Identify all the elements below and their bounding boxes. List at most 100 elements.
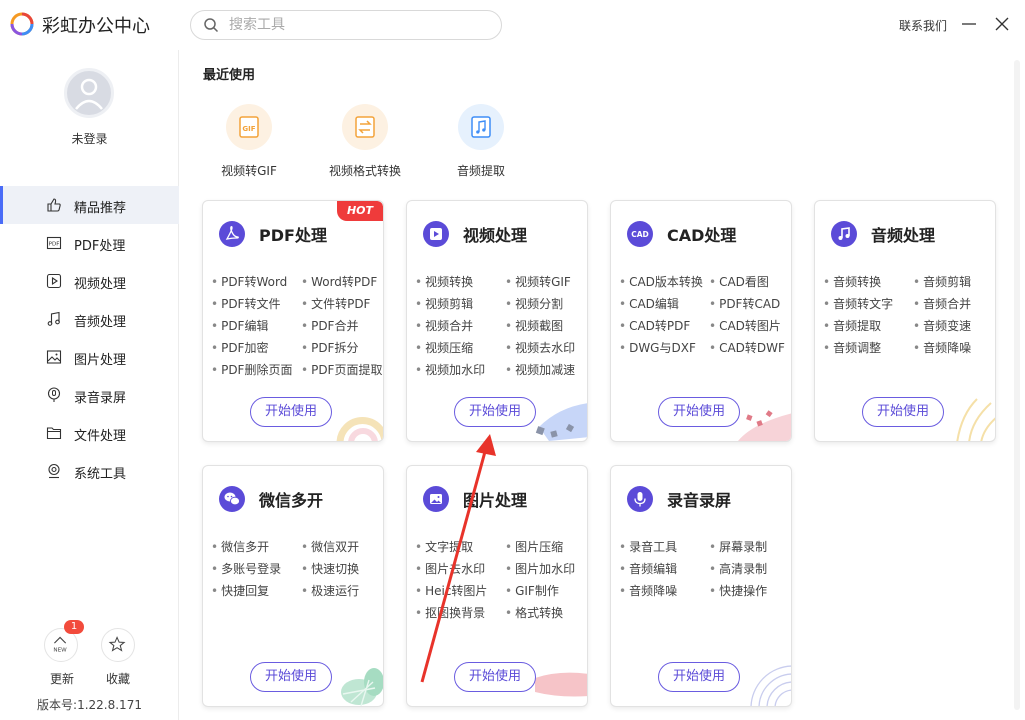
- feature-link[interactable]: 视频转换: [415, 273, 473, 290]
- feature-link[interactable]: 极速运行: [301, 582, 359, 599]
- feature-link[interactable]: 视频去水印: [505, 339, 575, 356]
- feature-link[interactable]: 快速切换: [301, 560, 359, 577]
- feature-link[interactable]: 文字提取: [415, 538, 473, 555]
- feature-link[interactable]: 音频提取: [823, 317, 881, 334]
- feature-link[interactable]: CAD看图: [709, 273, 769, 290]
- sidebar-item-system[interactable]: 系统工具: [0, 452, 179, 490]
- feature-link[interactable]: PDF转文件: [211, 295, 280, 312]
- sidebar-item-image[interactable]: 图片处理: [0, 338, 179, 376]
- feature-link[interactable]: GIF制作: [505, 582, 559, 599]
- leaf-decoration: [956, 398, 995, 441]
- sidebar-item-video[interactable]: 视频处理: [0, 262, 179, 300]
- feature-link[interactable]: DWG与DXF: [619, 339, 696, 356]
- feature-link[interactable]: 音频变速: [913, 317, 971, 334]
- feature-link[interactable]: 微信双开: [301, 538, 359, 555]
- feature-link[interactable]: 格式转换: [505, 604, 563, 621]
- feature-link[interactable]: PDF加密: [211, 339, 268, 356]
- feature-link[interactable]: PDF页面提取: [301, 361, 382, 378]
- feature-link[interactable]: 音频剪辑: [913, 273, 971, 290]
- feature-link[interactable]: Word转PDF: [301, 273, 377, 290]
- recent-item-video-format-convert[interactable]: 视频格式转换: [315, 104, 415, 180]
- feature-link[interactable]: 音频编辑: [619, 560, 677, 577]
- feature-link[interactable]: PDF拆分: [301, 339, 358, 356]
- sidebar-item-recommended[interactable]: 精品推荐: [0, 186, 179, 224]
- recent-item-audio-extract[interactable]: 音频提取: [431, 104, 531, 180]
- tool-card-wechat[interactable]: 微信多开 微信多开 微信双开 多账号登录 快速切换 快捷回复 极速运行 开始使用: [202, 465, 384, 707]
- tool-card-cad[interactable]: CAD CAD处理 CAD版本转换 CAD看图 CAD编辑 PDF转CAD CA…: [610, 200, 792, 442]
- hot-badge: HOT: [337, 201, 383, 221]
- feature-link[interactable]: 视频截图: [505, 317, 563, 334]
- start-button[interactable]: 开始使用: [454, 662, 536, 692]
- card-icon-bg: [627, 486, 653, 512]
- feature-link[interactable]: 视频压缩: [415, 339, 473, 356]
- search-input[interactable]: [229, 15, 489, 35]
- feature-link[interactable]: 快捷操作: [709, 582, 767, 599]
- feature-link[interactable]: 微信多开: [211, 538, 269, 555]
- feature-link[interactable]: 多账号登录: [211, 560, 281, 577]
- contact-us-link[interactable]: 联系我们: [899, 17, 947, 34]
- feature-link[interactable]: 文件转PDF: [301, 295, 370, 312]
- feature-link[interactable]: 图片加水印: [505, 560, 575, 577]
- feature-link[interactable]: PDF编辑: [211, 317, 268, 334]
- feature-link[interactable]: CAD转图片: [709, 317, 781, 334]
- sidebar-item-files[interactable]: 文件处理: [0, 414, 179, 452]
- feature-link[interactable]: CAD版本转换: [619, 273, 703, 290]
- update-label: 更新: [50, 672, 75, 686]
- recent-section-title: 最近使用: [203, 68, 256, 83]
- tool-card-video[interactable]: 视频处理 视频转换 视频转GIF 视频剪辑 视频分割 视频合并 视频截图 视频压…: [406, 200, 588, 442]
- feature-link[interactable]: 录音工具: [619, 538, 677, 555]
- recent-item-icon-bg: GIF: [226, 104, 272, 150]
- feature-link[interactable]: CAD编辑: [619, 295, 679, 312]
- avatar[interactable]: [64, 68, 114, 118]
- feature-link[interactable]: PDF转CAD: [709, 295, 780, 312]
- login-status[interactable]: 未登录: [0, 130, 179, 147]
- feature-link[interactable]: 图片去水印: [415, 560, 485, 577]
- search-box[interactable]: [190, 10, 502, 40]
- feature-link[interactable]: 音频转文字: [823, 295, 893, 312]
- start-button[interactable]: 开始使用: [250, 662, 332, 692]
- feature-link[interactable]: 视频剪辑: [415, 295, 473, 312]
- start-button[interactable]: 开始使用: [250, 397, 332, 427]
- minimize-icon[interactable]: [960, 14, 978, 34]
- tool-card-recording[interactable]: 录音录屏 录音工具 屏幕录制 音频编辑 高清录制 音频降噪 快捷操作 开始使用: [610, 465, 792, 707]
- feature-link[interactable]: 抠图换背景: [415, 604, 485, 621]
- feature-link[interactable]: 视频合并: [415, 317, 473, 334]
- feature-link[interactable]: PDF删除页面: [211, 361, 292, 378]
- feature-link[interactable]: 图片压缩: [505, 538, 563, 555]
- sidebar-item-recording[interactable]: 录音录屏: [0, 376, 179, 414]
- feature-link[interactable]: 音频调整: [823, 339, 881, 356]
- feature-link[interactable]: 音频转换: [823, 273, 881, 290]
- feature-link[interactable]: 视频加水印: [415, 361, 485, 378]
- tool-card-audio[interactable]: 音频处理 音频转换 音频剪辑 音频转文字 音频合并 音频提取 音频变速 音频调整…: [814, 200, 996, 442]
- feature-link[interactable]: 视频分割: [505, 295, 563, 312]
- feature-link[interactable]: 音频合并: [913, 295, 971, 312]
- feature-link[interactable]: 视频转GIF: [505, 273, 571, 290]
- wechat-icon: [224, 492, 240, 506]
- feature-link[interactable]: PDF合并: [301, 317, 358, 334]
- start-button[interactable]: 开始使用: [658, 662, 740, 692]
- recent-item-video-to-gif[interactable]: GIF 视频转GIF: [199, 104, 299, 180]
- tool-card-pdf[interactable]: HOT PDF处理 PDF转Word Word转PDF PDF转文件 文件转PD…: [202, 200, 384, 442]
- feature-link[interactable]: PDF转Word: [211, 273, 287, 290]
- favorite-button[interactable]: [101, 628, 135, 662]
- start-button[interactable]: 开始使用: [862, 397, 944, 427]
- feature-link[interactable]: 音频降噪: [913, 339, 971, 356]
- feature-link[interactable]: CAD转DWF: [709, 339, 785, 356]
- card-icon-bg: CAD: [627, 221, 653, 247]
- cad-icon: CAD: [631, 230, 649, 239]
- feature-link[interactable]: Heic转图片: [415, 582, 487, 599]
- sidebar-item-audio[interactable]: 音频处理: [0, 300, 179, 338]
- sidebar-item-pdf[interactable]: PDF PDF处理: [0, 224, 179, 262]
- close-icon[interactable]: [993, 15, 1011, 33]
- feature-link[interactable]: 屏幕录制: [709, 538, 767, 555]
- tool-card-image[interactable]: 图片处理 文字提取 图片压缩 图片去水印 图片加水印 Heic转图片 GIF制作…: [406, 465, 588, 707]
- scrollbar[interactable]: [1014, 60, 1020, 710]
- feature-link[interactable]: 视频加减速: [505, 361, 575, 378]
- feature-link[interactable]: 音频降噪: [619, 582, 677, 599]
- feature-link[interactable]: 高清录制: [709, 560, 767, 577]
- feature-link[interactable]: 快捷回复: [211, 582, 269, 599]
- card-icon-bg: [423, 486, 449, 512]
- start-button[interactable]: 开始使用: [658, 397, 740, 427]
- start-button[interactable]: 开始使用: [454, 397, 536, 427]
- feature-link[interactable]: CAD转PDF: [619, 317, 690, 334]
